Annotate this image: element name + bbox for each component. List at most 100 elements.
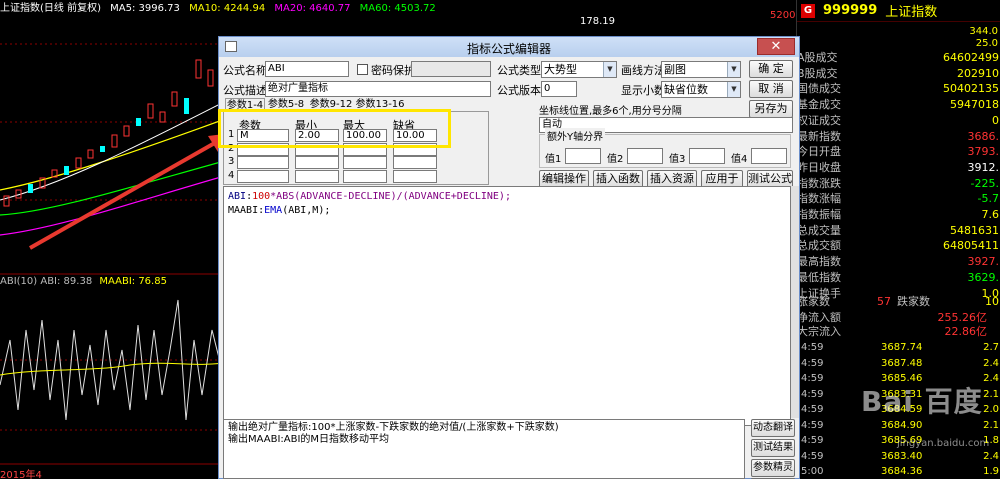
dialog-title-bar[interactable]: 指标公式编辑器 ✕ bbox=[219, 37, 799, 57]
quote-row-label: 最高指数 bbox=[797, 255, 841, 269]
param-name-input[interactable] bbox=[237, 142, 289, 156]
version-label: 公式版本 bbox=[497, 84, 541, 97]
param-default-input[interactable] bbox=[393, 142, 437, 156]
decimal-select[interactable]: 缺省位数 ▼ bbox=[661, 81, 741, 98]
tick-volume: 2.0 bbox=[983, 404, 999, 415]
chevron-down-icon: ▼ bbox=[727, 62, 740, 77]
param-row-number: 3 bbox=[228, 156, 235, 167]
editor-scrollbar[interactable] bbox=[791, 186, 799, 418]
param-min-input[interactable]: 2.00 bbox=[295, 129, 339, 142]
save-as-button[interactable]: 另存为 bbox=[749, 100, 793, 118]
quote-row: 指数涨幅 -5.7 bbox=[797, 191, 1000, 207]
param-max-input[interactable] bbox=[343, 169, 387, 183]
ma60-label: MA60: 4503.72 bbox=[359, 3, 436, 14]
tab-params-1-4[interactable]: 参数1-4 bbox=[225, 98, 265, 112]
y-value-3-label: 值3 bbox=[669, 154, 686, 165]
param-default-input[interactable]: 10.00 bbox=[393, 129, 437, 142]
formula-desc-input[interactable]: 绝对广量指标 bbox=[265, 81, 491, 97]
y-value-2-input[interactable] bbox=[627, 148, 663, 164]
quote-row-value: 64805411 bbox=[943, 239, 999, 253]
param-default-input[interactable] bbox=[393, 156, 437, 169]
y-value-1-input[interactable] bbox=[565, 148, 601, 164]
draw-method-select[interactable]: 副图 ▼ bbox=[661, 61, 741, 78]
code-line1-name: ABI bbox=[228, 191, 247, 202]
tick-time: 4:59 bbox=[801, 435, 824, 446]
kline-chart[interactable]: ABI(10) ABI: 89.38 MAABI: 76.85 2015年4 bbox=[0, 0, 228, 479]
abi-legend: ABI(10) ABI: 89.38 MAABI: 76.85 bbox=[0, 276, 167, 287]
quote-panel: G 999999 上证指数 344.0 25.0 A股成交 64602499 B股成… bbox=[796, 0, 1000, 479]
quote-row-label: 基金成交 bbox=[797, 98, 841, 112]
tab-params-5-8[interactable]: 参数5-8 bbox=[265, 98, 307, 112]
quote-row-value: 50402135 bbox=[943, 82, 999, 96]
candle bbox=[100, 146, 105, 152]
cancel-button[interactable]: 取 消 bbox=[749, 80, 793, 98]
close-button[interactable]: ✕ bbox=[757, 38, 795, 55]
param-max-input[interactable] bbox=[343, 156, 387, 169]
quote-row: 总成交额 64805411 bbox=[797, 238, 1000, 254]
y-value-3-input[interactable] bbox=[689, 148, 725, 164]
param-row-number: 1 bbox=[228, 129, 235, 140]
formula-code-editor[interactable]: ABI:100*ABS(ADVANCE-DECLINE)/(ADVANCE+DE… bbox=[223, 186, 791, 426]
password-checkbox[interactable] bbox=[357, 64, 368, 75]
candle bbox=[87, 149, 94, 159]
ma60-line bbox=[0, 159, 228, 216]
quote-row-value: 202910 bbox=[957, 66, 999, 80]
quote-row-value: 64602499 bbox=[943, 51, 999, 64]
chevron-down-icon: ▼ bbox=[603, 62, 616, 77]
quote-row-label: B股成交 bbox=[797, 66, 838, 80]
quote-row-label: 总成交量 bbox=[797, 223, 841, 237]
y-value-4-input[interactable] bbox=[751, 148, 787, 164]
ok-button[interactable]: 确 定 bbox=[749, 60, 793, 78]
tick-time: 4:59 bbox=[801, 373, 824, 384]
param-max-input[interactable]: 100.00 bbox=[343, 129, 387, 142]
param-name-input[interactable]: M bbox=[237, 129, 289, 142]
tab-params-9-12[interactable]: 参数9-12 bbox=[309, 98, 353, 112]
password-input[interactable] bbox=[411, 61, 491, 77]
param-default-input[interactable] bbox=[393, 169, 437, 183]
ma5-label: MA5: 3996.73 bbox=[110, 3, 180, 14]
tick-row: 4:59 3684.90 2.1 bbox=[797, 419, 1000, 432]
code-line2-fn: EMA bbox=[264, 205, 283, 216]
fall-label: 跌家数 bbox=[897, 295, 930, 308]
param-wizard-button[interactable]: 参数精灵 bbox=[751, 459, 795, 477]
top-value-2: 25.0 bbox=[975, 38, 998, 49]
test-result-button[interactable]: 测试结果 bbox=[751, 439, 795, 457]
tick-time: 4:59 bbox=[801, 450, 824, 462]
param-min-input[interactable] bbox=[295, 156, 339, 169]
quote-row-value: 5947018 bbox=[950, 98, 999, 112]
tick-volume: 2.7 bbox=[983, 342, 999, 353]
rise-value: 57 bbox=[877, 295, 891, 308]
ma20-line bbox=[0, 174, 228, 236]
quote-row: 最低指数 3629. bbox=[797, 270, 1000, 286]
draw-method-label: 画线方法 bbox=[621, 64, 665, 77]
tick-volume: 2.4 bbox=[983, 373, 999, 384]
quote-row-value: -5.7 bbox=[977, 192, 999, 206]
tick-volume: 2.4 bbox=[983, 450, 999, 462]
candle bbox=[75, 157, 82, 169]
quote-row: B股成交 202910 bbox=[797, 66, 1000, 82]
formula-name-input[interactable]: ABI bbox=[265, 61, 349, 77]
quote-row: 今日开盘 3793. bbox=[797, 144, 1000, 160]
tick-volume: 2.1 bbox=[983, 419, 999, 431]
tick-price: 3684.36 bbox=[881, 466, 923, 477]
tab-params-13-16[interactable]: 参数13-16 bbox=[355, 98, 405, 112]
tick-row: 5:00 3684.36 1.9 bbox=[797, 465, 1000, 478]
candle bbox=[111, 134, 118, 148]
param-name-input[interactable] bbox=[237, 156, 289, 169]
formula-type-select[interactable]: 大势型 ▼ bbox=[541, 61, 617, 78]
formula-editor-dialog: 指标公式编辑器 ✕ 公式名称 ABI 密码保护 公式类型 大势型 ▼ 画线方法 … bbox=[218, 36, 800, 479]
quote-row-label: 权证成交 bbox=[797, 113, 841, 127]
output-panel: 输出绝对广量指标:100*上涨家数-下跌家数的绝对值/(上涨家数+下跌家数) 输… bbox=[223, 419, 745, 479]
coord-label: 坐标线位置,最多6个,用分号分隔 bbox=[539, 106, 682, 117]
quote-row: A股成交 64602499 bbox=[797, 50, 1000, 66]
candle bbox=[123, 125, 130, 137]
param-min-input[interactable] bbox=[295, 169, 339, 183]
dialog-title: 指标公式编辑器 bbox=[466, 42, 551, 56]
param-min-input[interactable] bbox=[295, 142, 339, 156]
version-input[interactable]: 0 bbox=[541, 81, 577, 97]
param-name-input[interactable] bbox=[237, 169, 289, 183]
tick-row: 4:59 3687.74 2.7 bbox=[797, 341, 1000, 354]
param-max-input[interactable] bbox=[343, 142, 387, 156]
dynamic-translate-button[interactable]: 动态翻译 bbox=[751, 419, 795, 437]
candle bbox=[64, 166, 69, 175]
